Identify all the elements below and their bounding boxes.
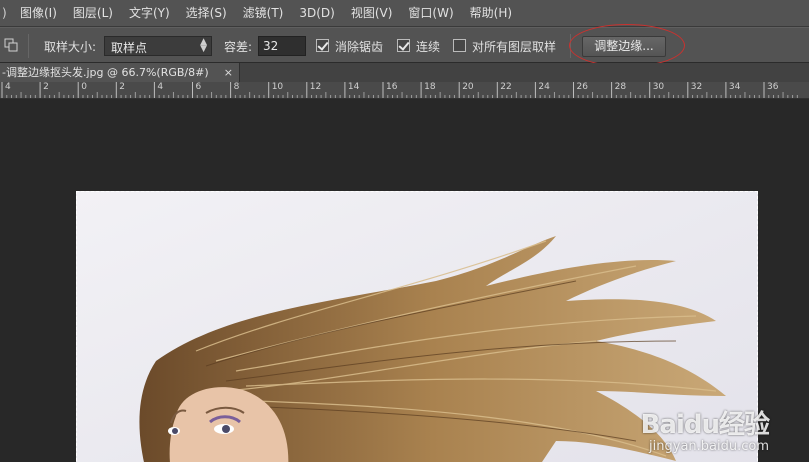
highlight-annotation xyxy=(569,24,685,67)
close-icon[interactable]: × xyxy=(224,63,233,82)
menu-layer[interactable]: 图层(L) xyxy=(65,0,121,27)
ruler-tick-label: 4 xyxy=(5,82,11,92)
menu-filter[interactable]: 滤镜(T) xyxy=(235,0,292,27)
dropdown-caret-icon: ▲ ▼ xyxy=(200,37,207,54)
sample-size-value: 取样点 xyxy=(111,41,148,55)
document-tab[interactable]: -调整边缘抠头发.jpg @ 66.7%(RGB/8#) × xyxy=(0,63,240,82)
contiguous-label: 连续 xyxy=(416,40,441,54)
canvas-area[interactable]: Baidu经验 jingyan.baidu.com xyxy=(0,100,809,462)
ruler-tick-label: 26 xyxy=(576,82,588,92)
ruler-tick-label: 0 xyxy=(81,82,87,92)
ruler-tick-label: 2 xyxy=(119,82,126,92)
ruler-tick-label: 12 xyxy=(309,82,322,92)
all-layers-label: 对所有图层取样 xyxy=(472,40,557,54)
ruler-tick-label: 30 xyxy=(652,82,665,92)
anti-alias-label: 消除锯齿 xyxy=(335,40,384,54)
menu-image[interactable]: 图像(I) xyxy=(12,0,65,27)
separator xyxy=(28,34,29,58)
ruler-tick-label: 20 xyxy=(462,82,474,92)
tolerance-label: 容差: xyxy=(224,40,253,54)
menu-help[interactable]: 帮助(H) xyxy=(462,0,520,27)
contiguous-checkbox[interactable] xyxy=(397,39,410,52)
sample-size-select[interactable]: 取样点 ▲ ▼ xyxy=(104,36,212,56)
menu-bar: ) 图像(I) 图层(L) 文字(Y) 选择(S) 滤镜(T) 3D(D) 视图… xyxy=(0,0,809,27)
menu-edge-fragment: ) xyxy=(2,6,7,20)
ruler-tick-label: 24 xyxy=(538,82,550,92)
ruler-tick-label: 4 xyxy=(157,82,164,92)
menu-view[interactable]: 视图(V) xyxy=(343,0,401,27)
tolerance-input[interactable]: 32 xyxy=(258,36,306,56)
ruler-tick-label: 28 xyxy=(614,82,627,92)
menu-3d[interactable]: 3D(D) xyxy=(291,0,342,27)
watermark: Baidu经验 jingyan.baidu.com xyxy=(640,404,770,454)
anti-alias-checkbox[interactable] xyxy=(316,39,329,52)
ruler-tick-label: 6 xyxy=(195,82,202,92)
menu-type[interactable]: 文字(Y) xyxy=(121,0,178,27)
horizontal-ruler: 4 2 0 2 4 6 8 10 12 14 16 18 20 22 24 26 28 30 32 34 36 xyxy=(0,82,809,99)
document-tab-bar: -调整边缘抠头发.jpg @ 66.7%(RGB/8#) × xyxy=(0,63,809,82)
ruler-tick-label: 10 xyxy=(271,82,284,92)
options-bar: 取样大小: 取样点 ▲ ▼ 容差: 32 消除锯齿 连续 对所有图层取样 调整边缘… xyxy=(0,24,809,67)
ruler-tick-label: 36 xyxy=(767,82,779,92)
all-layers-checkbox[interactable] xyxy=(453,39,466,52)
ruler-tick-label: 8 xyxy=(233,82,240,92)
ruler-tick-label: 32 xyxy=(690,82,703,92)
ruler-tick-label: 22 xyxy=(500,82,512,92)
ruler-tick-label: 16 xyxy=(386,82,398,92)
ruler-tick-label: 14 xyxy=(347,82,360,92)
sample-size-label: 取样大小: xyxy=(44,40,97,54)
menu-window[interactable]: 窗口(W) xyxy=(400,0,461,27)
document-tab-title: -调整边缘抠头发.jpg @ 66.7%(RGB/8#) xyxy=(2,66,209,79)
watermark-logo: Baidu经验 xyxy=(640,410,770,440)
selection-mode-icon[interactable] xyxy=(4,38,18,52)
ruler-tick-label: 18 xyxy=(424,82,436,92)
watermark-url: jingyan.baidu.com xyxy=(649,439,769,454)
ruler-tick-label: 34 xyxy=(728,82,741,92)
menu-select[interactable]: 选择(S) xyxy=(178,0,235,27)
ruler-tick-label: 2 xyxy=(43,82,49,92)
